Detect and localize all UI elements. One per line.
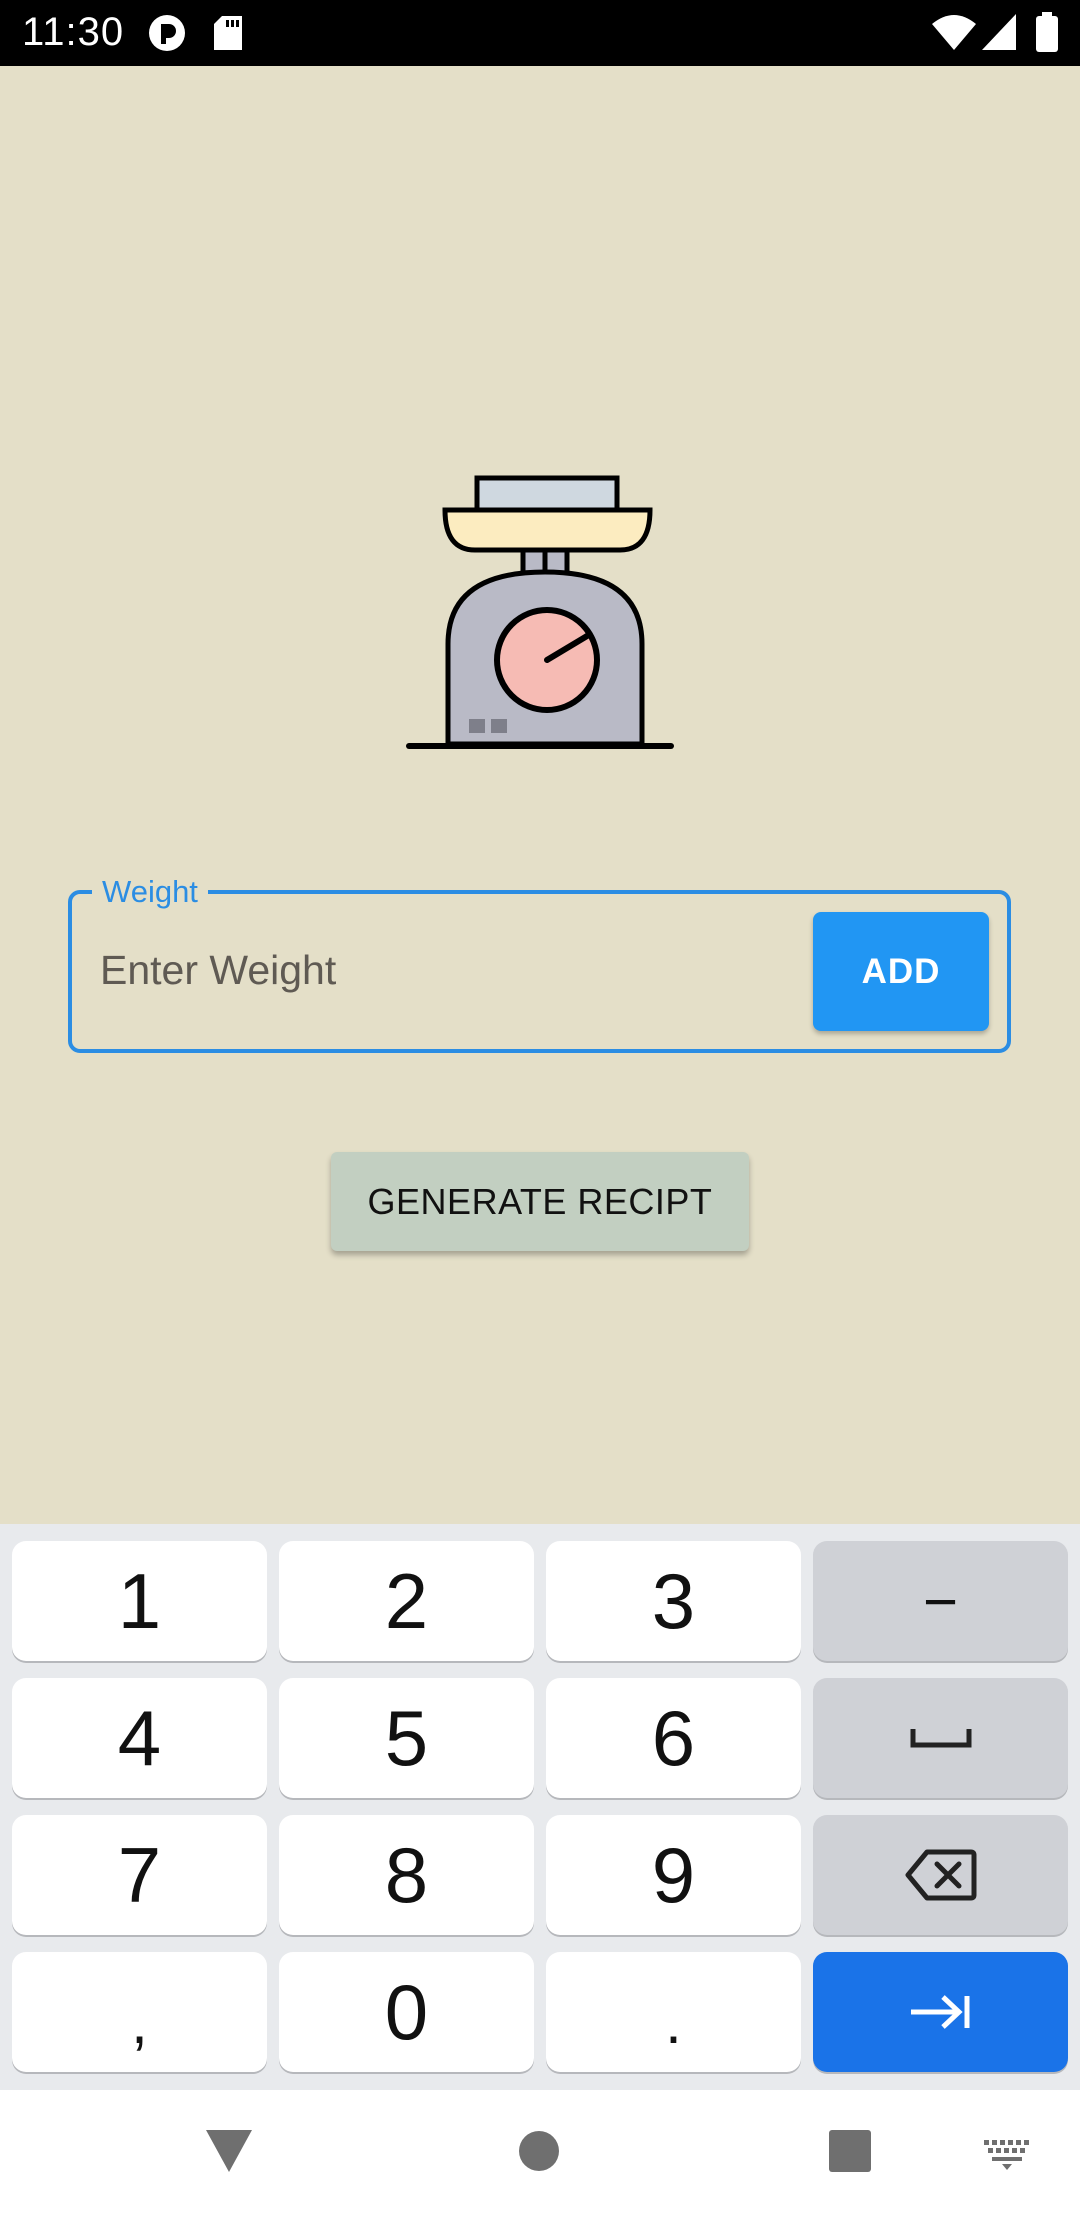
space-bar-icon: [910, 1729, 971, 1748]
notification-app-icon: [149, 15, 185, 51]
add-button[interactable]: ADD: [813, 912, 989, 1031]
key-0-label: 0: [384, 1967, 429, 2056]
key-minus-label: −: [922, 1567, 959, 1635]
key-next[interactable]: [813, 1952, 1068, 2072]
key-0[interactable]: 0: [279, 1952, 534, 2072]
recents-icon[interactable]: [829, 2130, 871, 2172]
home-icon[interactable]: [518, 2130, 560, 2172]
app-content: [0, 66, 1080, 1524]
key-1[interactable]: 1: [12, 1541, 267, 1661]
key-7-label: 7: [117, 1830, 162, 1919]
key-period[interactable]: .: [546, 1952, 801, 2072]
weight-input[interactable]: [100, 935, 800, 1005]
battery-icon: [1036, 12, 1058, 52]
generate-receipt-button[interactable]: GENERATE RECIPT: [331, 1152, 749, 1251]
cellular-signal-icon: [982, 14, 1016, 50]
key-comma[interactable]: ,: [12, 1952, 267, 2072]
backspace-icon: [905, 1849, 976, 1901]
key-period-label: .: [665, 1988, 682, 2056]
keyboard-switch-icon[interactable]: [984, 2140, 1030, 2170]
kitchen-scale-icon: [406, 475, 674, 749]
wifi-icon: [932, 15, 976, 50]
key-space[interactable]: [813, 1678, 1068, 1798]
next-field-icon: [910, 1995, 969, 2029]
status-bar: 11:30: [0, 0, 1080, 66]
numeric-keyboard: 1 2 3 − 4 5 6 7 8 9 , 0 .: [0, 1524, 1080, 2090]
key-comma-label: ,: [131, 1988, 148, 2056]
sd-card-icon: [214, 16, 242, 50]
key-3-label: 3: [651, 1556, 696, 1645]
key-backspace[interactable]: [813, 1815, 1068, 1935]
key-6[interactable]: 6: [546, 1678, 801, 1798]
key-1-label: 1: [117, 1556, 162, 1645]
key-5-label: 5: [384, 1693, 429, 1782]
key-9-label: 9: [651, 1830, 696, 1919]
key-8[interactable]: 8: [279, 1815, 534, 1935]
key-3[interactable]: 3: [546, 1541, 801, 1661]
key-2-label: 2: [384, 1556, 429, 1645]
navigation-bar: [0, 2090, 1080, 2220]
weight-field-label: Weight: [92, 874, 208, 910]
key-4[interactable]: 4: [12, 1678, 267, 1798]
key-minus[interactable]: −: [813, 1541, 1068, 1661]
key-6-label: 6: [651, 1693, 696, 1782]
key-7[interactable]: 7: [12, 1815, 267, 1935]
status-time: 11:30: [22, 10, 125, 54]
key-2[interactable]: 2: [279, 1541, 534, 1661]
key-8-label: 8: [384, 1830, 429, 1919]
key-4-label: 4: [117, 1693, 162, 1782]
key-5[interactable]: 5: [279, 1678, 534, 1798]
back-icon[interactable]: [206, 2130, 252, 2172]
key-9[interactable]: 9: [546, 1815, 801, 1935]
